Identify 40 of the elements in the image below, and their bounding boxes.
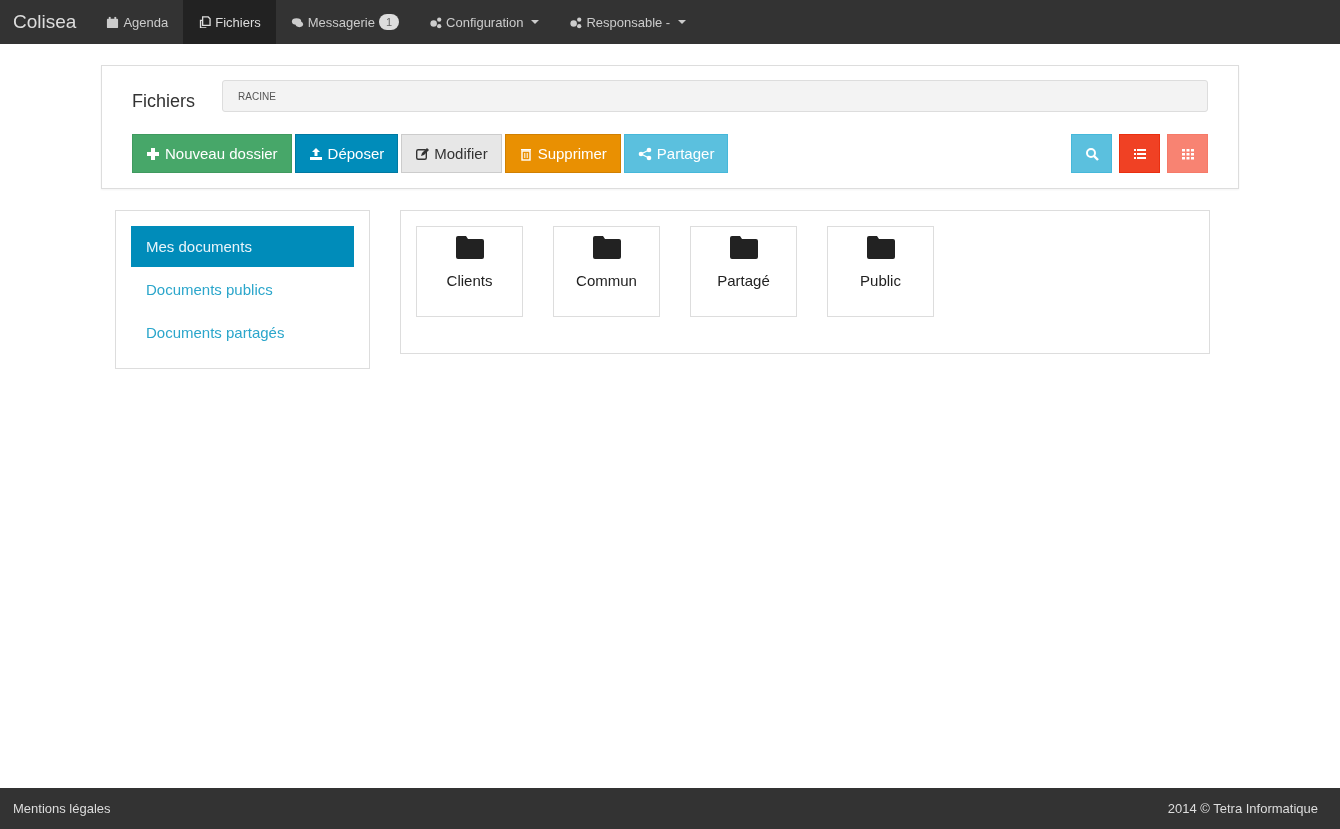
folder-icon	[455, 235, 484, 259]
action-button[interactable]: Modifier	[401, 134, 502, 173]
chat-icon	[290, 15, 304, 29]
search-button[interactable]	[1071, 134, 1112, 173]
copyright-text: 2014 © Tetra Informatique	[1167, 801, 1318, 816]
count-badge: 1	[378, 14, 400, 30]
app-brand[interactable]: Colisea	[0, 0, 92, 44]
search-icon	[1084, 146, 1099, 161]
list-icon	[1132, 146, 1147, 161]
nav-tab[interactable]: Agenda	[91, 0, 184, 44]
nav-tab[interactable]: Configuration	[414, 0, 555, 44]
folder-name: Clients	[446, 272, 493, 289]
folder-tile[interactable]: Clients	[416, 226, 523, 317]
panel-title: Fichiers	[132, 90, 195, 112]
action-button[interactable]: Déposer	[294, 134, 399, 173]
upload-icon	[308, 146, 323, 161]
path-breadcrumb: RACINE	[222, 80, 1208, 112]
calendar-icon	[106, 15, 120, 29]
nav-tab[interactable]: Responsable -	[554, 0, 702, 44]
view-button[interactable]	[1119, 134, 1160, 173]
view-button[interactable]	[1167, 134, 1208, 173]
folder-tile[interactable]: Commun	[553, 226, 660, 317]
folder-name: Commun	[576, 272, 637, 289]
folder-tile[interactable]: Public	[827, 226, 934, 317]
nav-tab[interactable]: Fichiers	[183, 0, 276, 44]
folder-name: Partagé	[717, 272, 770, 289]
copy-icon	[198, 15, 212, 29]
sidebar-item[interactable]: Mes documents	[131, 226, 354, 267]
plus-icon	[146, 146, 160, 161]
folder-name: Public	[860, 272, 901, 289]
folder-icon	[729, 235, 758, 259]
share-icon	[637, 146, 652, 161]
folder-tile[interactable]: Partagé	[690, 226, 797, 317]
folder-icon	[592, 235, 621, 259]
edit-icon	[415, 146, 430, 161]
grid-icon	[1180, 146, 1195, 161]
legal-link[interactable]: Mentions légales	[13, 801, 111, 816]
trash-icon	[518, 146, 533, 161]
nav-tab[interactable]: Messagerie 1	[275, 0, 415, 44]
folder-icon	[866, 235, 895, 259]
